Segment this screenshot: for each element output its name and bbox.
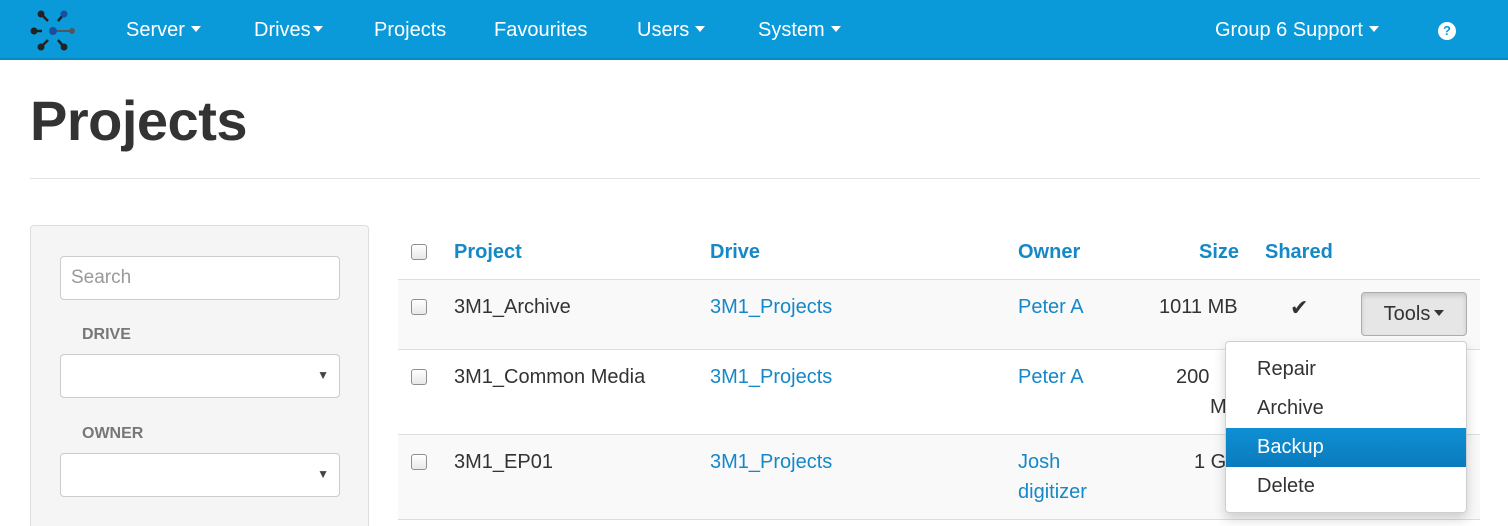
nav-users[interactable]: Users [637,0,706,60]
select-arrow-icon: ▼ [317,467,329,481]
nav-favourites-label: Favourites [494,19,588,41]
nav-drives-label: Drives [254,19,311,41]
column-header-project[interactable]: Project [454,241,522,264]
chevron-down-icon [312,26,323,33]
nav-server-label: Server [126,19,185,41]
menu-item-repair[interactable]: Repair [1226,350,1466,389]
account-menu-label: Group 6 Support [1215,19,1363,41]
tools-dropdown-menu: Repair Archive Backup Delete [1225,341,1467,513]
nav-favourites[interactable]: Favourites [494,0,587,60]
nav-server[interactable]: Server [126,0,201,60]
owner-select[interactable]: ▼ [60,453,340,497]
drive-filter-label: DRIVE [82,326,131,343]
nav-system-label: System [758,19,825,41]
row-checkbox[interactable] [411,369,427,385]
chevron-down-icon [830,26,841,33]
drive-select[interactable]: ▼ [60,354,340,398]
project-name: 3M1_Common Media [454,366,646,388]
check-icon: ✔ [1290,295,1309,320]
nav-projects-label: Projects [374,19,447,41]
drive-link[interactable]: 3M1_Projects [710,366,832,389]
column-header-owner[interactable]: Owner [1018,241,1080,264]
top-navbar: Server Drives Projects Favourites Users … [0,0,1508,60]
project-size: 200 [1176,366,1210,388]
nav-system[interactable]: System [758,0,841,60]
row-checkbox[interactable] [411,299,427,315]
project-size: 1 G [1194,451,1227,473]
network-logo-icon[interactable] [28,9,78,53]
row-divider [398,519,1480,520]
tools-button[interactable]: Tools [1361,292,1467,336]
row-checkbox[interactable] [411,454,427,470]
account-menu[interactable]: Group 6 Support [1215,0,1379,60]
page-title: Projects [30,89,248,152]
nav-drives[interactable]: Drives [254,0,323,60]
column-header-shared[interactable]: Shared [1265,241,1333,264]
filter-panel: DRIVE ▼ OWNER ▼ [30,225,369,526]
chevron-down-icon [1368,26,1379,33]
tools-button-label: Tools [1383,303,1431,325]
header-divider [30,178,1480,179]
chevron-down-icon [695,26,706,33]
column-header-drive[interactable]: Drive [710,241,760,264]
project-name: 3M1_Archive [454,296,571,318]
nav-projects[interactable]: Projects [374,0,446,60]
select-all-checkbox[interactable] [411,244,427,260]
owner-link-line2[interactable]: digitizer [1018,481,1087,504]
owner-filter-label: OWNER [82,425,144,442]
chevron-down-icon [1434,310,1445,317]
menu-item-backup[interactable]: Backup [1226,428,1466,467]
drive-link[interactable]: 3M1_Projects [710,451,832,474]
question-circle-icon[interactable]: ? [1438,22,1456,40]
chevron-down-icon [190,26,201,33]
owner-link[interactable]: Peter A [1018,366,1084,389]
menu-item-delete[interactable]: Delete [1226,467,1466,506]
owner-link[interactable]: Peter A [1018,296,1084,319]
drive-link[interactable]: 3M1_Projects [710,296,832,319]
project-name: 3M1_EP01 [454,451,553,473]
owner-link[interactable]: Josh [1018,451,1060,474]
select-arrow-icon: ▼ [317,368,329,382]
column-header-size[interactable]: Size [1199,241,1239,264]
search-input[interactable] [60,256,340,300]
project-size: 1011 MB [1159,296,1238,318]
nav-users-label: Users [637,19,690,41]
menu-item-archive[interactable]: Archive [1226,389,1466,428]
